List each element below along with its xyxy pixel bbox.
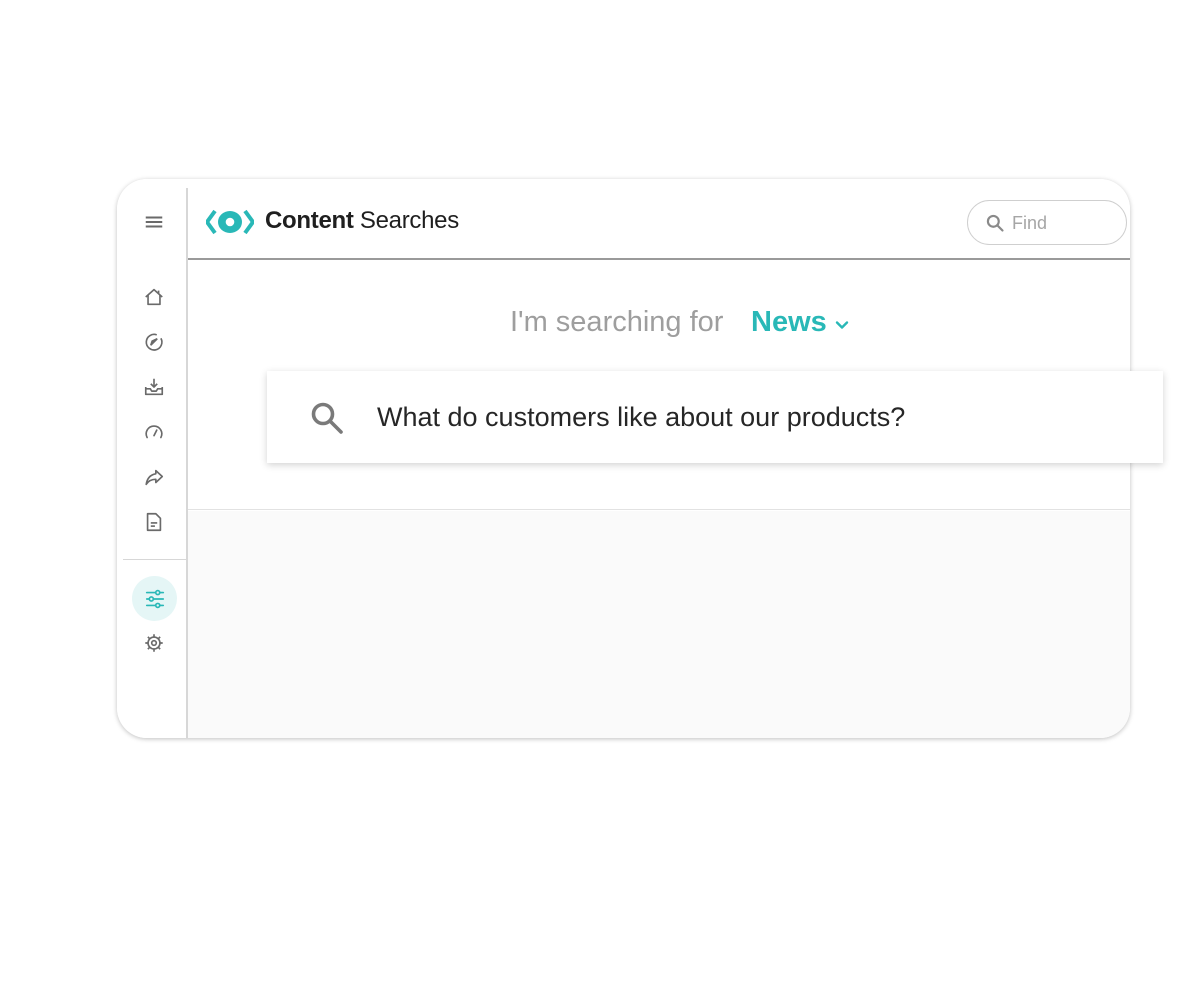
category-dropdown[interactable]: News <box>751 306 850 339</box>
results-area <box>188 511 1130 738</box>
query-input[interactable] <box>377 399 1137 435</box>
sidebar-item-filters[interactable] <box>132 576 177 621</box>
search-prompt: I'm searching for <box>510 306 724 338</box>
inbox-download-icon[interactable] <box>139 372 169 402</box>
home-icon[interactable] <box>139 282 169 312</box>
search-icon <box>986 214 1004 232</box>
menu-icon[interactable] <box>139 207 169 237</box>
title-light: Searches <box>359 207 459 234</box>
app-header: Content Searches <box>188 179 1130 260</box>
settings-gear-icon[interactable] <box>139 628 169 658</box>
search-icon <box>311 402 343 434</box>
eye-logo-icon <box>206 209 254 235</box>
find-input[interactable] <box>1012 211 1112 235</box>
speedometer-icon[interactable] <box>139 417 169 447</box>
find-box[interactable] <box>967 200 1127 245</box>
document-icon[interactable] <box>139 507 169 537</box>
category-label: News <box>751 306 827 338</box>
page-title: Content Searches <box>265 207 459 235</box>
filter-sliders-icon <box>145 589 164 608</box>
share-arrow-icon[interactable] <box>139 462 169 492</box>
query-search-box[interactable] <box>267 371 1163 463</box>
sidebar <box>117 179 187 738</box>
compass-icon[interactable] <box>139 327 169 357</box>
title-strong: Content <box>265 207 354 234</box>
chevron-down-icon <box>835 320 848 329</box>
sidebar-divider <box>123 559 186 560</box>
